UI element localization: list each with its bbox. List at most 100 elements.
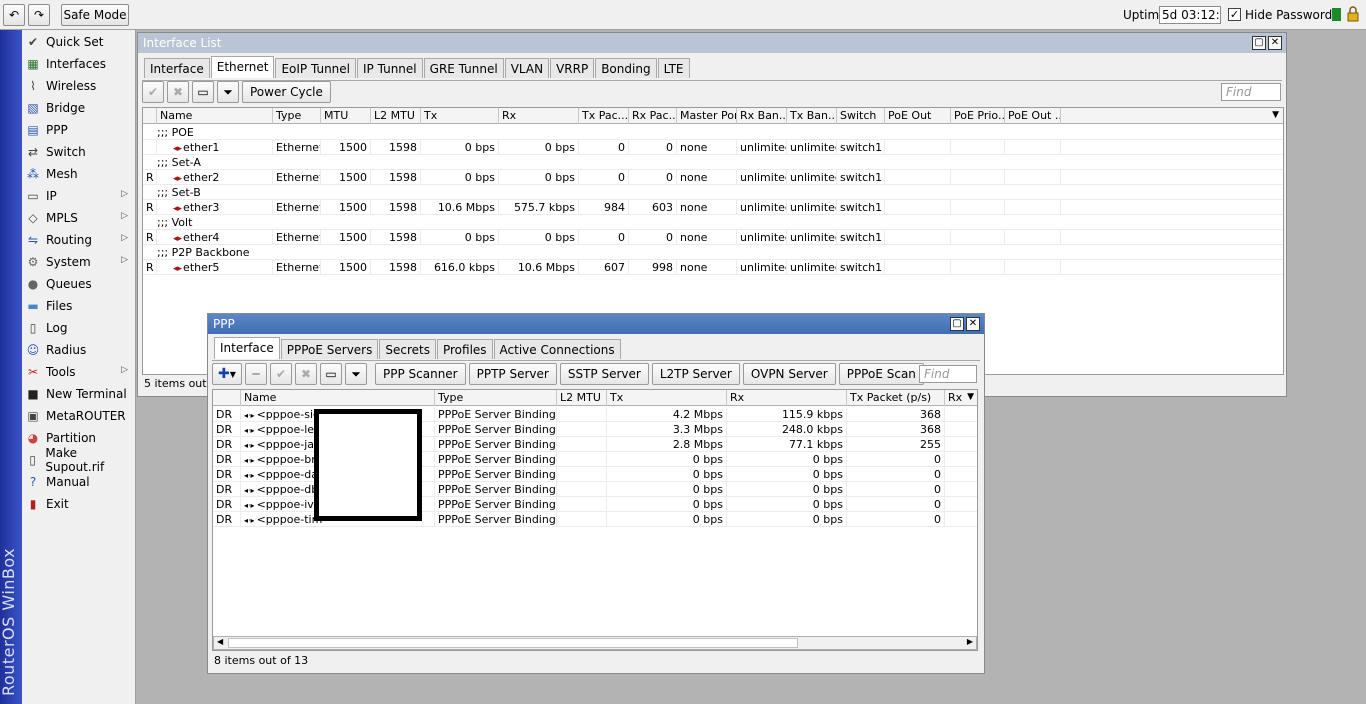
header-name[interactable]: Name	[157, 108, 273, 124]
header-tx[interactable]: Tx	[607, 390, 727, 406]
header-tx-packet-p-s-[interactable]: Tx Packet (p/s)	[847, 390, 945, 406]
header-flag[interactable]	[213, 390, 241, 406]
tab-lte[interactable]: LTE	[657, 58, 690, 78]
header-poe-out-[interactable]: PoE Out ...	[1005, 108, 1061, 124]
sidebar-item-switch[interactable]: ⇄ Switch	[22, 141, 136, 163]
tab-interface[interactable]: Interface	[144, 58, 210, 78]
scrollbar-thumb[interactable]	[228, 638, 798, 648]
sidebar-item-metarouter[interactable]: ▣ MetaROUTER	[22, 405, 136, 427]
header-l2-mtu[interactable]: L2 MTU	[557, 390, 607, 406]
tab-interface[interactable]: Interface	[214, 337, 280, 359]
redo-button[interactable]: ↷	[28, 4, 50, 26]
table-row[interactable]: R ◂▸ether4 Ethernet 1500 1598 0 bps 0 bps 0 0 non…	[143, 230, 1283, 245]
close-button[interactable]: ✕	[966, 317, 980, 331]
header-master-port[interactable]: Master Port	[677, 108, 737, 124]
comment-row[interactable]: ;;; Set-B	[143, 185, 1283, 200]
comment-row[interactable]: ;;; P2P Backbone	[143, 245, 1283, 260]
ppp-window-title[interactable]: PPP	[208, 314, 984, 334]
header-mtu[interactable]: MTU	[321, 108, 371, 124]
tab-gre-tunnel[interactable]: GRE Tunnel	[423, 58, 504, 78]
table-row[interactable]: R ◂▸ether3 Ethernet 1500 1598 10.6 Mbps 575.7 …	[143, 200, 1283, 215]
find-input[interactable]: Find	[919, 365, 977, 383]
comment-row[interactable]: ;;; Set-A	[143, 155, 1283, 170]
tab-active-connections[interactable]: Active Connections	[493, 339, 621, 359]
comment-button[interactable]: ▭	[320, 363, 342, 385]
comment-button[interactable]: ▭	[192, 81, 214, 103]
header-flag[interactable]	[143, 108, 157, 124]
tab-ethernet[interactable]: Ethernet	[210, 56, 275, 78]
pptp-server-button[interactable]: PPTP Server	[468, 363, 557, 385]
sidebar-item-wireless[interactable]: ⌇ Wireless	[22, 75, 136, 97]
disable-button[interactable]: ✖	[167, 81, 189, 103]
filter-button[interactable]: ⏷	[345, 363, 367, 385]
horizontal-scrollbar[interactable]: ◀ ▶	[213, 636, 977, 650]
find-input[interactable]: Find	[1221, 83, 1281, 101]
add-button[interactable]: ✚ ▼	[212, 363, 242, 385]
sidebar-item-log[interactable]: ▯ Log	[22, 317, 136, 339]
header-poe-prio-[interactable]: PoE Prio...	[951, 108, 1005, 124]
header-tx-ban-[interactable]: Tx Ban...	[787, 108, 837, 124]
enable-button[interactable]: ✔	[142, 81, 164, 103]
sidebar-item-system[interactable]: ⚙ System ▷	[22, 251, 136, 273]
sidebar-item-make-supout-rif[interactable]: ▯ Make Supout.rif	[22, 446, 136, 474]
maximize-button[interactable]: ▢	[950, 317, 964, 331]
tab-eoip-tunnel[interactable]: EoIP Tunnel	[275, 58, 356, 78]
hide-passwords-checkbox[interactable]: ✓	[1228, 8, 1241, 21]
scroll-left-icon[interactable]: ◀	[217, 637, 223, 646]
column-menu-icon[interactable]: ▼	[967, 392, 974, 402]
header-switch[interactable]: Switch	[837, 108, 885, 124]
sidebar-item-files[interactable]: ▬ Files	[22, 295, 136, 317]
sidebar-item-ip[interactable]: ▭ IP ▷	[22, 185, 136, 207]
sidebar-item-routing[interactable]: ⇋ Routing ▷	[22, 229, 136, 251]
filter-button[interactable]: ⏷	[217, 81, 239, 103]
header-rx-ban-[interactable]: Rx Ban...	[737, 108, 787, 124]
tab-bonding[interactable]: Bonding	[595, 58, 657, 78]
tab-vrrp[interactable]: VRRP	[550, 58, 595, 78]
sidebar-item-ppp[interactable]: ▤ PPP	[22, 119, 136, 141]
sidebar-item-radius[interactable]: ☺ Radius	[22, 339, 136, 361]
header-name[interactable]: Name	[241, 390, 435, 406]
sidebar-item-tools[interactable]: ✂ Tools ▷	[22, 361, 136, 383]
table-row[interactable]: R ◂▸ether2 Ethernet 1500 1598 0 bps 0 bps 0 0 non…	[143, 170, 1283, 185]
sidebar-item-manual[interactable]: ? Manual	[22, 471, 136, 493]
header-type[interactable]: Type	[435, 390, 557, 406]
table-row[interactable]: R ◂▸ether5 Ethernet 1500 1598 616.0 kbps 10.6 …	[143, 260, 1283, 275]
disable-button[interactable]: ✖	[295, 363, 317, 385]
header-poe-out[interactable]: PoE Out	[885, 108, 951, 124]
sidebar-item-queues[interactable]: ● Queues	[22, 273, 136, 295]
tab-vlan[interactable]: VLAN	[504, 58, 550, 78]
interface-list-title[interactable]: Interface List	[138, 33, 1286, 53]
ppp-scanner-button[interactable]: PPP Scanner	[375, 363, 466, 385]
comment-row[interactable]: ;;; Volt	[143, 215, 1283, 230]
sstp-server-button[interactable]: SSTP Server	[559, 363, 649, 385]
safe-mode-button[interactable]: Safe Mode	[61, 4, 129, 26]
sidebar-item-quick-set[interactable]: ✔ Quick Set	[22, 31, 136, 53]
sidebar-item-exit[interactable]: ▮ Exit	[22, 493, 136, 515]
table-row[interactable]: ◂▸ether1 Ethernet 1500 1598 0 bps 0 bps 0 0 none…	[143, 140, 1283, 155]
power-cycle-button[interactable]: Power Cycle	[242, 81, 331, 103]
sidebar-item-bridge[interactable]: ▧ Bridge	[22, 97, 136, 119]
column-menu-icon[interactable]: ▼	[1272, 110, 1279, 120]
ovpn-server-button[interactable]: OVPN Server	[742, 363, 836, 385]
header-rx[interactable]: Rx	[727, 390, 847, 406]
undo-button[interactable]: ↶	[3, 4, 25, 26]
enable-button[interactable]: ✔	[270, 363, 292, 385]
maximize-button[interactable]: ▢	[1252, 36, 1266, 50]
pppoe-scan-button[interactable]: PPPoE Scan	[838, 363, 924, 385]
sidebar-item-interfaces[interactable]: ▦ Interfaces	[22, 53, 136, 75]
close-button[interactable]: ✕	[1268, 36, 1282, 50]
header-tx-pac-[interactable]: Tx Pac...	[579, 108, 629, 124]
comment-row[interactable]: ;;; POE	[143, 125, 1283, 140]
tab-pppoe-servers[interactable]: PPPoE Servers	[280, 339, 379, 359]
header-l2-mtu[interactable]: L2 MTU	[371, 108, 421, 124]
tab-profiles[interactable]: Profiles	[436, 339, 493, 359]
l2tp-server-button[interactable]: L2TP Server	[651, 363, 740, 385]
sidebar-item-new-terminal[interactable]: ■ New Terminal	[22, 383, 136, 405]
scroll-right-icon[interactable]: ▶	[967, 637, 973, 646]
sidebar-item-mpls[interactable]: ◇ MPLS ▷	[22, 207, 136, 229]
header-type[interactable]: Type	[273, 108, 321, 124]
tab-ip-tunnel[interactable]: IP Tunnel	[357, 58, 423, 78]
header-rx-pac-[interactable]: Rx Pac...	[629, 108, 677, 124]
remove-button[interactable]: ━	[245, 363, 267, 385]
header-tx[interactable]: Tx	[421, 108, 499, 124]
